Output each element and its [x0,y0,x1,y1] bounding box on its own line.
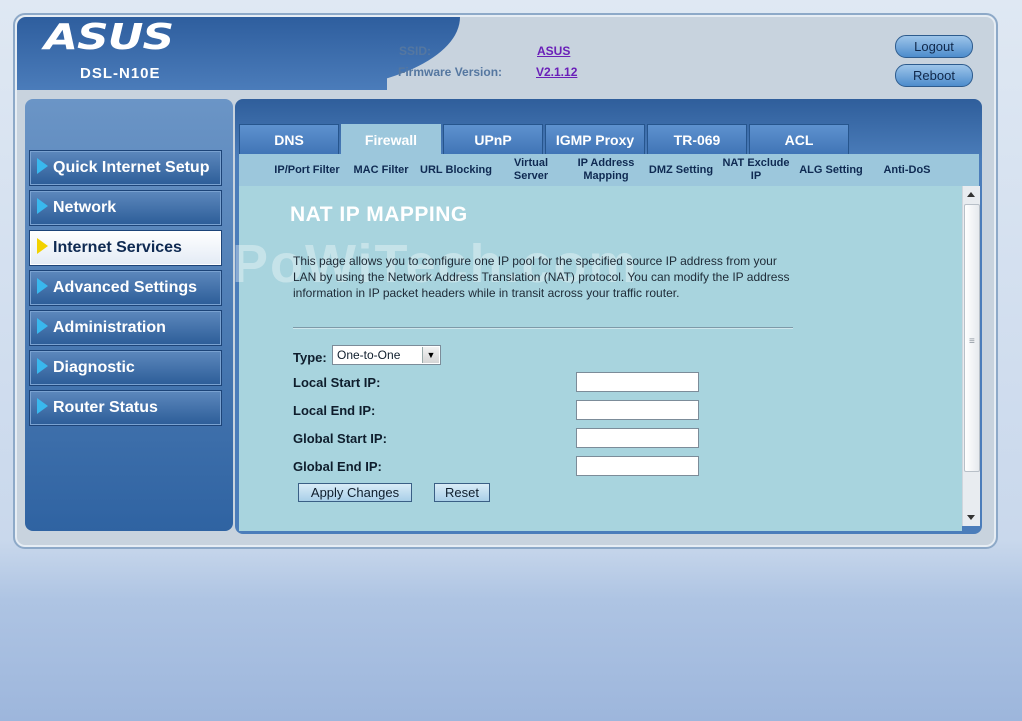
global-start-ip-input[interactable] [576,428,699,448]
apply-changes-button[interactable]: Apply Changes [298,483,412,502]
local-start-ip-label: Local Start IP: [293,375,381,390]
tab-firewall[interactable]: Firewall [341,124,441,155]
global-start-ip-label: Global Start IP: [293,431,387,446]
chevron-down-icon[interactable]: ▼ [422,347,439,363]
sidebar-item-label: Router Status [53,399,158,416]
tab-tr-069[interactable]: TR-069 [647,124,747,155]
firmware-label: Firmware Version: [398,65,503,79]
scroll-up-icon[interactable] [967,192,975,197]
sidebar-item-router-status[interactable]: Router Status [29,390,222,426]
arrow-icon [37,357,48,374]
type-select[interactable]: One-to-One ▼ [332,345,441,365]
local-end-ip-label: Local End IP: [293,403,376,418]
sidebar-item-diagnostic[interactable]: Diagnostic [29,350,222,386]
subnav-virtual-server[interactable]: Virtual Server [503,154,559,186]
firmware-value[interactable]: V2.1.12 [536,65,577,79]
local-start-ip-input[interactable] [576,372,699,392]
subnav-anti-dos[interactable]: Anti-DoS [876,154,938,186]
sidebar-item-advanced-settings[interactable]: Advanced Settings [29,270,222,306]
sidebar-item-administration[interactable]: Administration [29,310,222,346]
sidebar-item-label: Internet Services [53,239,182,256]
arrow-icon [37,317,48,334]
ssid-label: SSID: [399,44,432,58]
vertical-scrollbar[interactable]: ≡ [962,186,980,526]
reboot-button[interactable]: Reboot [895,64,973,87]
divider [293,327,793,329]
arrow-icon [37,237,48,254]
sidebar-item-label: Advanced Settings [53,279,198,296]
arrow-icon [37,197,48,214]
reset-button[interactable]: Reset [434,483,490,502]
tab-dns[interactable]: DNS [239,124,339,155]
global-end-ip-label: Global End IP: [293,459,382,474]
tab-igmp-proxy[interactable]: IGMP Proxy [545,124,645,155]
model-name: DSL-N10E [80,65,161,82]
sidebar-item-internet-services[interactable]: Internet Services [29,230,222,266]
sidebar-item-label: Network [53,199,117,216]
arrow-icon [37,397,48,414]
sidebar-item-network[interactable]: Network [29,190,222,226]
type-label: Type: [293,350,327,365]
scroll-thumb[interactable]: ≡ [964,204,980,472]
subnav-dmz-setting[interactable]: DMZ Setting [646,154,716,186]
sidebar-item-quick-internet-setup[interactable]: Quick Internet Setup [29,150,222,186]
type-select-value: One-to-One [337,348,401,362]
sidebar-item-label: Diagnostic [53,359,135,376]
subnav-ip-address-mapping[interactable]: IP Address Mapping [568,154,644,186]
tab-upnp[interactable]: UPnP [443,124,543,155]
subnav-ip-port-filter[interactable]: IP/Port Filter [270,154,344,186]
subnav-url-blocking[interactable]: URL Blocking [418,154,494,186]
scroll-down-icon[interactable] [967,515,975,520]
grip-icon: ≡ [969,336,975,347]
sidebar-item-label: Quick Internet Setup [53,159,210,176]
logout-button[interactable]: Logout [895,35,973,58]
asus-logo: ASUS [44,17,174,58]
local-end-ip-input[interactable] [576,400,699,420]
global-end-ip-input[interactable] [576,456,699,476]
subnav-mac-filter[interactable]: MAC Filter [349,154,413,186]
subnav-alg-setting[interactable]: ALG Setting [796,154,866,186]
sidebar-item-label: Administration [53,319,166,336]
page-description: This page allows you to configure one IP… [293,254,790,300]
arrow-icon [37,157,48,174]
ssid-value[interactable]: ASUS [537,44,570,58]
page-title: NAT IP MAPPING [290,203,468,226]
tab-acl[interactable]: ACL [749,124,849,155]
subnav-nat-exclude-ip[interactable]: NAT Exclude IP [720,154,792,186]
arrow-icon [37,277,48,294]
